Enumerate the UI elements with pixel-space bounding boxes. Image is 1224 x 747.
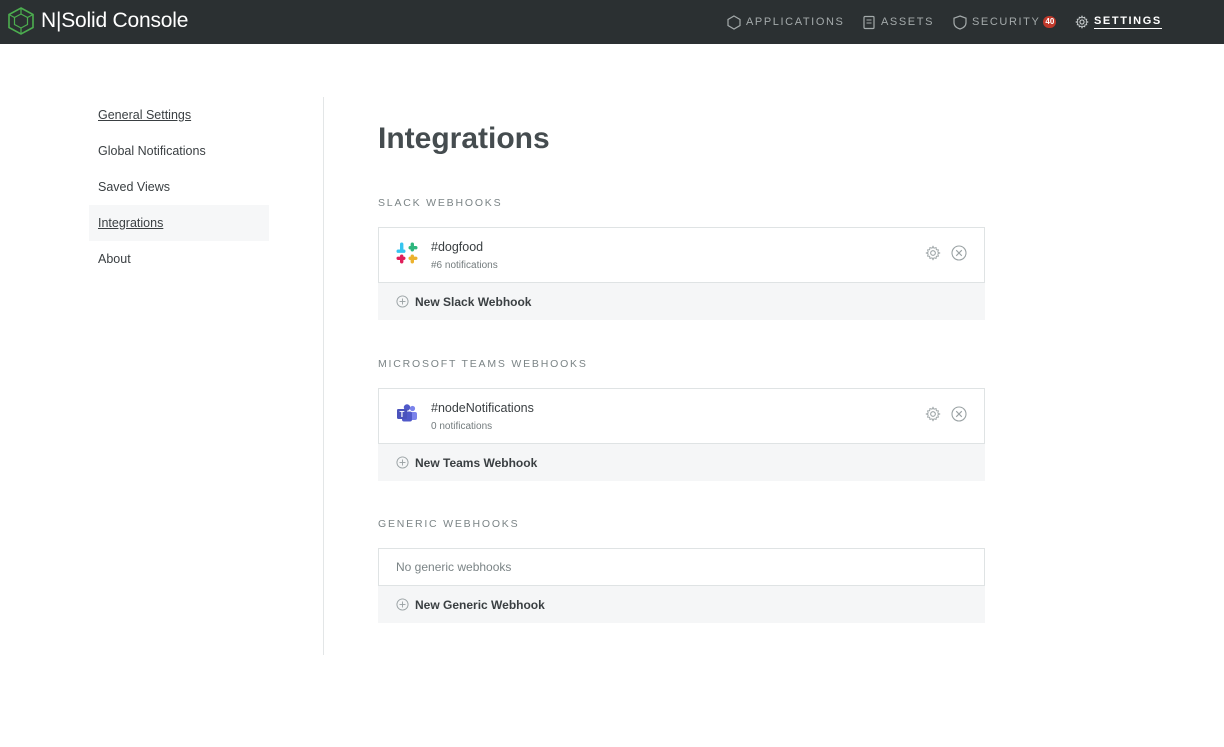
webhook-name: #dogfood [431,240,484,254]
add-webhook-label: New Generic Webhook [415,597,545,612]
nav-label: APPLICATIONS [746,16,845,28]
gear-icon[interactable] [925,406,941,422]
section-heading: SLACK WEBHOOKS [378,197,503,209]
nav-label: SECURITY [972,16,1041,28]
webhook-card: #dogfood #6 notifications [378,227,985,283]
slack-webhooks-section: SLACK WEBHOOKS #dogfood #6 notifications [378,197,985,320]
app-title: N|Solid Console [41,9,189,32]
webhook-card: T #nodeNotifications 0 notifications [378,388,985,444]
new-teams-webhook-button[interactable]: New Teams Webhook [378,444,985,481]
sidebar-item-label: Global Notifications [98,144,206,158]
settings-sidebar: General Settings Global Notifications Sa… [89,97,269,277]
sidebar-item-about[interactable]: About [89,241,269,277]
applications-icon [727,14,741,30]
nav-applications[interactable]: APPLICATIONS [727,0,844,44]
sidebar-item-label: Saved Views [98,180,171,194]
close-circle-icon[interactable] [951,245,967,261]
nsolid-logo-icon [8,7,34,35]
nav-assets[interactable]: ASSETS [862,0,934,44]
sidebar-divider [323,97,324,655]
top-navigation-bar: N|Solid Console APPLICATIONS ASSETS SECU… [0,0,1224,44]
section-heading: MICROSOFT TEAMS WEBHOOKS [378,358,588,370]
sidebar-item-general-settings[interactable]: General Settings [89,97,269,133]
gear-icon[interactable] [925,245,941,261]
svg-text:T: T [400,410,405,419]
nav-label: ASSETS [881,16,935,28]
brand[interactable]: N|Solid Console [8,7,188,35]
shield-icon [953,14,967,30]
empty-webhooks-message: No generic webhooks [378,548,985,586]
add-webhook-label: New Slack Webhook [415,294,532,309]
plus-circle-icon [396,456,409,469]
sidebar-item-label: About [98,252,131,266]
plus-circle-icon [396,598,409,611]
security-count-badge: 40 [1043,16,1057,28]
nav-security[interactable]: SECURITY 40 [953,0,1057,44]
new-generic-webhook-button[interactable]: New Generic Webhook [378,586,985,623]
plus-circle-icon [396,295,409,308]
sidebar-item-label: General Settings [98,108,192,122]
webhook-notification-count: 0 notifications [431,421,493,432]
webhook-notification-count: #6 notifications [431,260,498,271]
section-heading: GENERIC WEBHOOKS [378,518,520,530]
new-slack-webhook-button[interactable]: New Slack Webhook [378,283,985,320]
webhook-name: #nodeNotifications [431,401,534,415]
generic-webhooks-section: GENERIC WEBHOOKS No generic webhooks New… [378,518,985,623]
assets-icon [863,15,875,29]
gear-icon [1075,15,1089,29]
slack-icon [396,242,418,264]
page-title: Integrations [378,122,550,155]
sidebar-item-global-notifications[interactable]: Global Notifications [89,133,269,169]
sidebar-item-label: Integrations [98,216,164,230]
add-webhook-label: New Teams Webhook [415,455,538,470]
teams-webhooks-section: MICROSOFT TEAMS WEBHOOKS T #nodeNotifica… [378,358,985,481]
nav-label: SETTINGS [1094,15,1162,29]
sidebar-item-saved-views[interactable]: Saved Views [89,169,269,205]
close-circle-icon[interactable] [951,406,967,422]
nav-settings[interactable]: SETTINGS [1075,0,1162,44]
sidebar-item-integrations[interactable]: Integrations [89,205,269,241]
teams-icon: T [397,404,417,422]
